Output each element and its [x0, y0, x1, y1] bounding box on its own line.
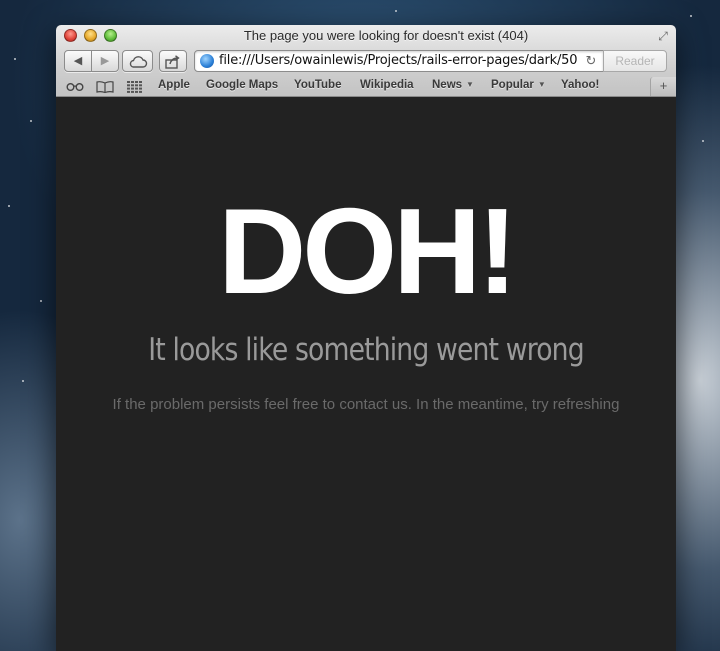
bookmark-yahoo[interactable]: Yahoo!	[561, 77, 599, 93]
desktop-star	[30, 120, 32, 122]
browser-chrome: The page you were looking for doesn't ex…	[56, 25, 676, 97]
error-message: If the problem persists feel free to con…	[112, 396, 620, 413]
globe-icon	[200, 54, 214, 68]
window-title: The page you were looking for doesn't ex…	[243, 28, 529, 43]
bookmarks-bar: Apple Google Maps YouTube Wikipedia News…	[56, 75, 676, 96]
bookmark-label: Apple	[158, 79, 190, 91]
url-text[interactable]: file:///Users/owainlewis/Projects/rails-…	[219, 51, 581, 71]
desktop-star	[395, 10, 397, 12]
bookmark-label: Wikipedia	[360, 79, 414, 91]
browser-toolbar: ◀ ▶ file:///Users/owainlewis/Projects/ra…	[56, 48, 676, 74]
bookmark-youtube[interactable]: YouTube	[294, 77, 341, 93]
bookmark-folder-popular[interactable]: Popular ▼	[491, 77, 546, 93]
browser-window: The page you were looking for doesn't ex…	[56, 25, 676, 651]
bookmark-label: YouTube	[294, 79, 342, 91]
icloud-tabs-button[interactable]	[122, 50, 153, 72]
reader-button[interactable]: Reader	[603, 50, 667, 72]
zoom-window-button[interactable]	[104, 29, 117, 42]
address-bar[interactable]: file:///Users/owainlewis/Projects/rails-…	[194, 50, 604, 72]
back-arrow-icon: ◀	[73, 55, 83, 67]
forward-button[interactable]: ▶	[91, 50, 119, 72]
dropdown-caret-icon: ▼	[537, 80, 546, 89]
bookmark-apple[interactable]: Apple	[158, 77, 190, 93]
desktop-star	[702, 140, 704, 142]
minimize-window-button[interactable]	[84, 29, 97, 42]
top-sites-grid-icon[interactable]	[127, 79, 142, 95]
dropdown-caret-icon: ▼	[466, 80, 474, 89]
bookmarks-book-icon[interactable]	[96, 79, 114, 95]
desktop-star	[40, 300, 42, 302]
desktop-star	[690, 15, 692, 17]
error-subheading: It looks like something went wrong	[148, 332, 584, 368]
forward-arrow-icon: ▶	[100, 55, 110, 67]
share-button[interactable]	[159, 50, 187, 72]
bookmark-label: Yahoo!	[561, 79, 600, 91]
fullscreen-icon[interactable]: ⤢	[656, 29, 670, 43]
share-icon	[165, 55, 180, 69]
desktop-star	[22, 380, 24, 382]
new-tab-button[interactable]: +	[650, 77, 676, 96]
close-window-button[interactable]	[64, 29, 77, 42]
bookmark-label: News	[432, 79, 463, 91]
reload-icon[interactable]: ↻	[584, 51, 598, 71]
bookmark-label: Popular	[491, 79, 534, 91]
bookmark-wikipedia[interactable]: Wikipedia	[360, 77, 414, 93]
title-bar: The page you were looking for doesn't ex…	[56, 25, 676, 47]
bookmark-label: Google Maps	[206, 79, 279, 91]
desktop-star	[8, 205, 10, 207]
bookmark-folder-news[interactable]: News ▼	[432, 77, 474, 93]
error-headline: DOH!	[218, 183, 518, 319]
back-button[interactable]: ◀	[64, 50, 92, 72]
desktop-star	[14, 58, 16, 60]
page-content: DOH! It looks like something went wrong …	[56, 97, 676, 651]
reading-list-icon[interactable]	[66, 79, 84, 95]
cloud-icon	[129, 56, 147, 68]
plus-icon: +	[659, 78, 668, 93]
bookmark-google-maps[interactable]: Google Maps	[206, 77, 278, 93]
